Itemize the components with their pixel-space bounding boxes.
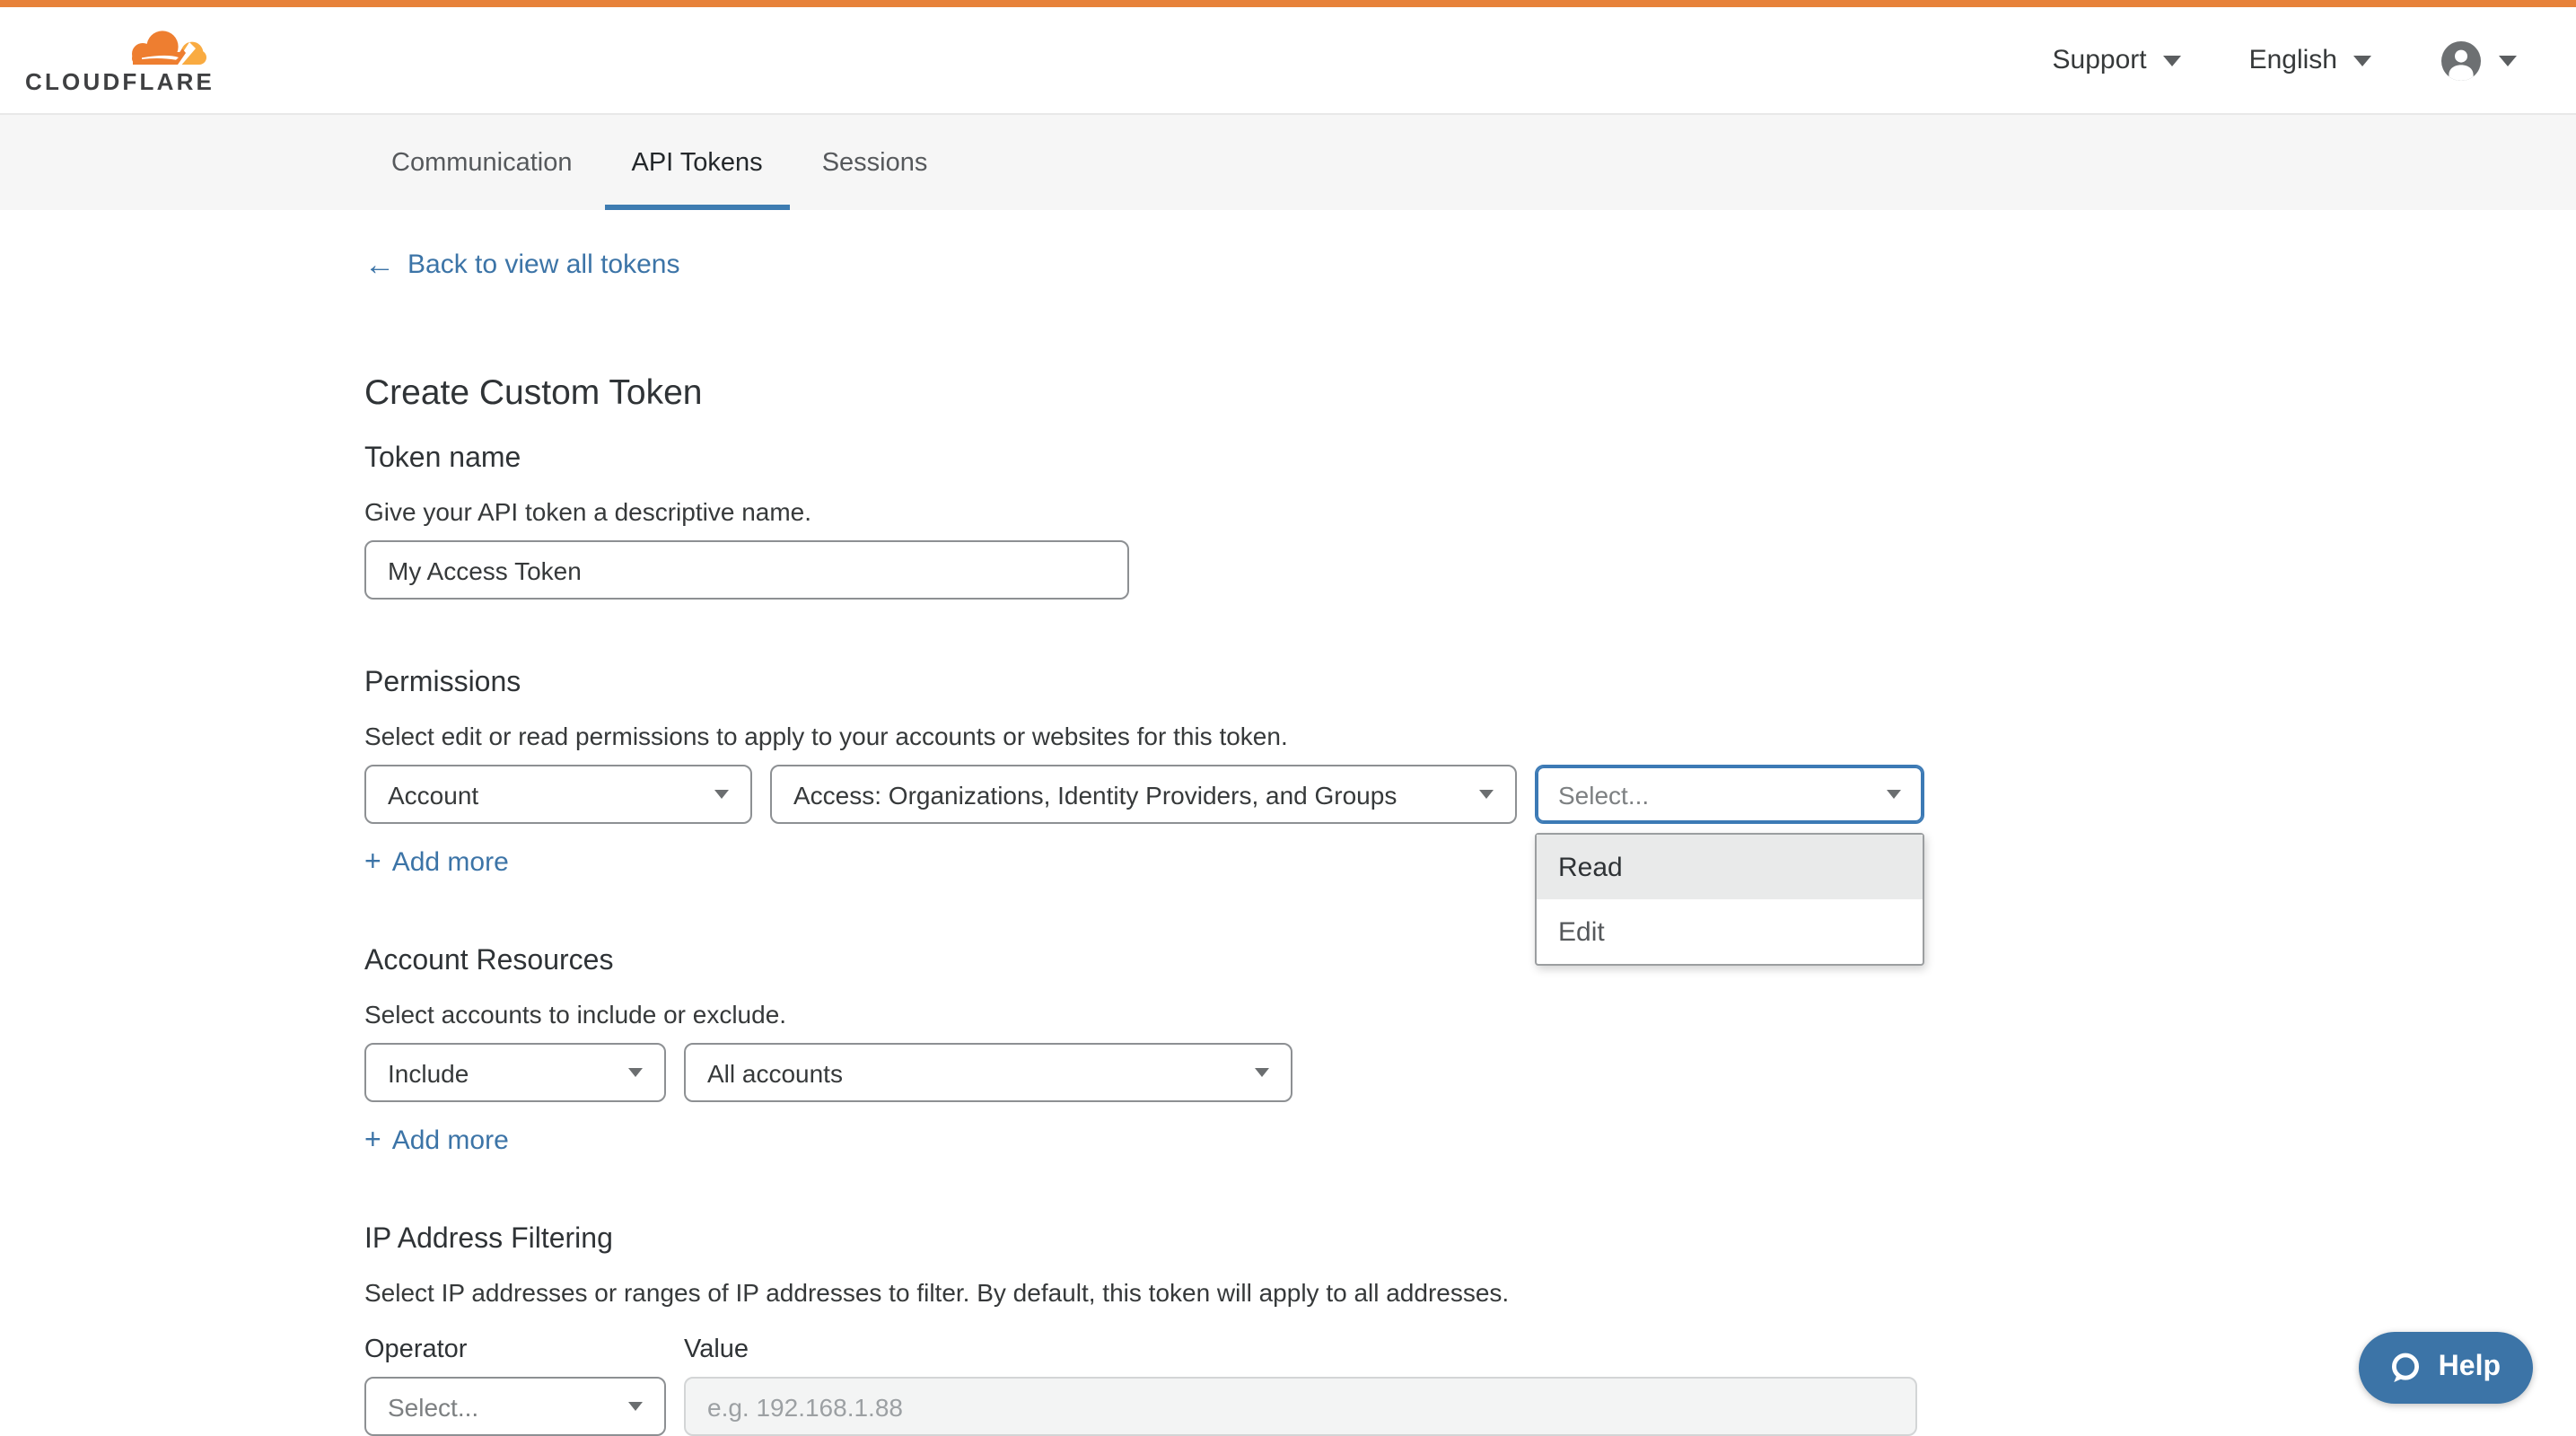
cloudflare-cloud-icon	[118, 28, 212, 69]
chevron-down-icon	[2353, 55, 2371, 66]
support-menu[interactable]: Support	[2053, 45, 2181, 75]
back-arrow-icon: ←	[364, 251, 395, 278]
language-menu[interactable]: English	[2249, 45, 2371, 75]
tab-label: API Tokens	[632, 148, 763, 177]
ip-filtering-row: Select...	[364, 1377, 2576, 1436]
ip-value-input	[684, 1377, 1917, 1436]
chevron-down-icon	[1479, 790, 1494, 799]
add-more-label: Add more	[392, 847, 509, 878]
chevron-down-icon	[714, 790, 729, 799]
token-name-section: Token name Give your API token a descrip…	[364, 442, 2576, 600]
ip-operator-select[interactable]: Select...	[364, 1377, 666, 1436]
permission-scope-value: Account	[388, 780, 478, 809]
ip-filtering-description: Select IP addresses or ranges of IP addr…	[364, 1276, 2576, 1309]
permissions-description: Select edit or read permissions to apply…	[364, 720, 2576, 752]
add-more-label: Add more	[392, 1125, 509, 1156]
help-button[interactable]: Help	[2360, 1332, 2533, 1404]
cloudflare-wordmark: CLOUDFLARE	[25, 71, 215, 92]
header-menus: Support English	[1985, 39, 2518, 82]
plus-icon: +	[364, 850, 381, 875]
dropdown-option-edit[interactable]: Edit	[1537, 899, 1923, 964]
account-resources-heading: Account Resources	[364, 944, 2576, 980]
support-menu-label: Support	[2053, 45, 2147, 75]
resource-accounts-select[interactable]: All accounts	[684, 1043, 1292, 1102]
resource-mode-value: Include	[388, 1058, 469, 1087]
ip-filtering-labels: Operator Value	[364, 1335, 2576, 1364]
account-resources-description: Select accounts to include or exclude.	[364, 998, 2576, 1030]
account-resources-row: Include All accounts	[364, 1043, 2576, 1102]
chevron-down-icon	[2163, 55, 2181, 66]
app-header: CLOUDFLARE Support English	[0, 7, 2576, 113]
permission-access-select[interactable]: Select...	[1535, 765, 1924, 824]
permission-scope-select[interactable]: Account	[364, 765, 752, 824]
back-to-tokens-link[interactable]: ← Back to view all tokens	[364, 250, 680, 280]
resource-accounts-value: All accounts	[707, 1058, 843, 1087]
profile-tabbar: Communication API Tokens Sessions	[0, 113, 2576, 210]
main-content: ← Back to view all tokens Create Custom …	[0, 210, 2576, 1436]
plus-icon: +	[364, 1128, 381, 1153]
operator-label: Operator	[364, 1335, 684, 1364]
back-link-label: Back to view all tokens	[407, 250, 680, 280]
permission-access-placeholder: Select...	[1558, 780, 1649, 809]
chat-bubble-icon	[2387, 1349, 2424, 1387]
account-resources-section: Account Resources Select accounts to inc…	[364, 944, 2576, 1156]
tab-api-tokens[interactable]: API Tokens	[605, 115, 790, 210]
option-label: Read	[1558, 852, 1623, 882]
chevron-down-icon	[1887, 790, 1901, 799]
permissions-section: Permissions Select edit or read permissi…	[364, 666, 2576, 878]
permissions-row: Account Access: Organizations, Identity …	[364, 765, 2576, 824]
permissions-heading: Permissions	[364, 666, 2576, 702]
page-root: CLOUDFLARE Support English	[0, 0, 2576, 1431]
account-menu[interactable]	[2440, 39, 2517, 82]
language-menu-label: English	[2249, 45, 2337, 75]
permissions-add-more-link[interactable]: + Add more	[364, 847, 509, 878]
account-resources-add-more-link[interactable]: + Add more	[364, 1125, 509, 1156]
tab-label: Communication	[391, 148, 573, 177]
chevron-down-icon	[628, 1402, 643, 1411]
page-title: Create Custom Token	[364, 372, 2576, 415]
chevron-down-icon	[1255, 1068, 1269, 1077]
permission-resource-value: Access: Organizations, Identity Provider…	[793, 780, 1397, 809]
chevron-down-icon	[628, 1068, 643, 1077]
access-dropdown-menu: Read Edit	[1535, 833, 1924, 966]
tab-label: Sessions	[822, 148, 928, 177]
value-label: Value	[684, 1335, 749, 1364]
active-tab-underline	[605, 205, 790, 210]
token-name-heading: Token name	[364, 442, 2576, 477]
permission-resource-select[interactable]: Access: Organizations, Identity Provider…	[770, 765, 1517, 824]
brand-accent-bar	[0, 0, 2576, 7]
ip-filtering-section: IP Address Filtering Select IP addresses…	[364, 1222, 2576, 1436]
chevron-down-icon	[2499, 55, 2517, 66]
cloudflare-logo[interactable]: CLOUDFLARE	[25, 28, 212, 92]
help-button-label: Help	[2439, 1352, 2501, 1384]
avatar-icon	[2440, 39, 2483, 82]
token-name-description: Give your API token a descriptive name.	[364, 495, 2576, 528]
ip-filtering-heading: IP Address Filtering	[364, 1222, 2576, 1258]
option-label: Edit	[1558, 916, 1605, 947]
token-name-input[interactable]	[364, 540, 1129, 600]
tab-sessions[interactable]: Sessions	[795, 115, 955, 210]
tab-communication[interactable]: Communication	[364, 115, 600, 210]
dropdown-option-read[interactable]: Read	[1537, 835, 1923, 899]
resource-mode-select[interactable]: Include	[364, 1043, 666, 1102]
ip-operator-placeholder: Select...	[388, 1392, 478, 1421]
